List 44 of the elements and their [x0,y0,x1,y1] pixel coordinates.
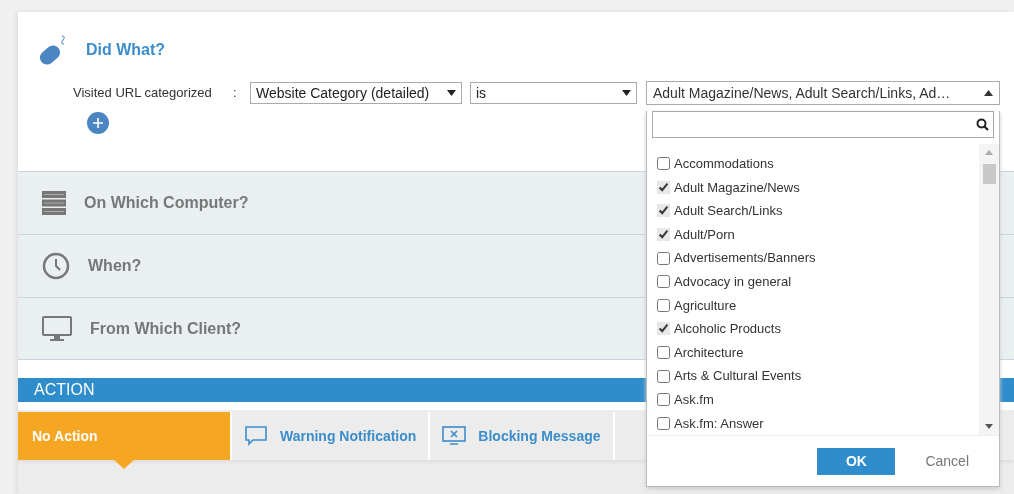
add-icon[interactable] [87,112,109,134]
separator: : [233,84,238,103]
checkbox[interactable] [657,416,670,430]
category-select[interactable]: Adult Magazine/News, Adult Search/Links, Ad… [646,81,1000,105]
option-label[interactable]: Advertisements/Banners [674,248,816,268]
option-label[interactable]: Accommodations [674,154,774,174]
checkbox[interactable] [657,346,670,360]
checkbox[interactable] [657,369,670,383]
caret-icon [622,90,631,96]
checkbox[interactable] [657,157,670,171]
option-label[interactable]: Adult Search/Links [674,201,783,221]
checkbox[interactable] [657,322,670,336]
monitor-x-icon [442,426,467,446]
checkbox[interactable] [657,393,670,407]
checkbox[interactable] [657,275,670,289]
search-icon [976,118,989,131]
speech-bubble-icon [244,426,268,446]
ok-button[interactable]: OK [817,447,896,475]
operator-select[interactable]: is [470,82,637,104]
pointer-arrow [114,460,134,469]
checkbox[interactable] [657,251,670,265]
checkbox[interactable] [657,298,670,312]
scroll-down-icon[interactable] [985,424,993,429]
section-title: Did What? [86,40,166,60]
caret-icon [447,90,456,96]
option-label[interactable]: Agriculture [674,295,737,316]
scrollbar[interactable] [979,144,999,435]
scroll-thumb[interactable] [983,164,996,184]
checkbox[interactable] [657,204,670,218]
field-select[interactable]: Website Category (detailed) [250,82,462,104]
option-label[interactable]: Adult Magazine/News [674,177,800,198]
option-label[interactable]: Architecture [674,342,744,363]
cancel-button[interactable]: Cancel [919,449,975,473]
search-field[interactable] [652,111,994,138]
option-label[interactable]: Ask.fm: Answer [674,413,764,434]
condition-label: Visited URL categorized [73,84,213,103]
checkbox[interactable] [657,180,670,194]
clock-icon [42,252,70,280]
checkbox[interactable] [657,228,670,242]
monitor-icon [42,315,72,342]
server-icon [42,191,66,215]
caret-icon [984,90,993,96]
option-label[interactable]: Alcoholic Products [674,319,781,339]
option-label[interactable]: Advocacy in general [674,272,792,292]
